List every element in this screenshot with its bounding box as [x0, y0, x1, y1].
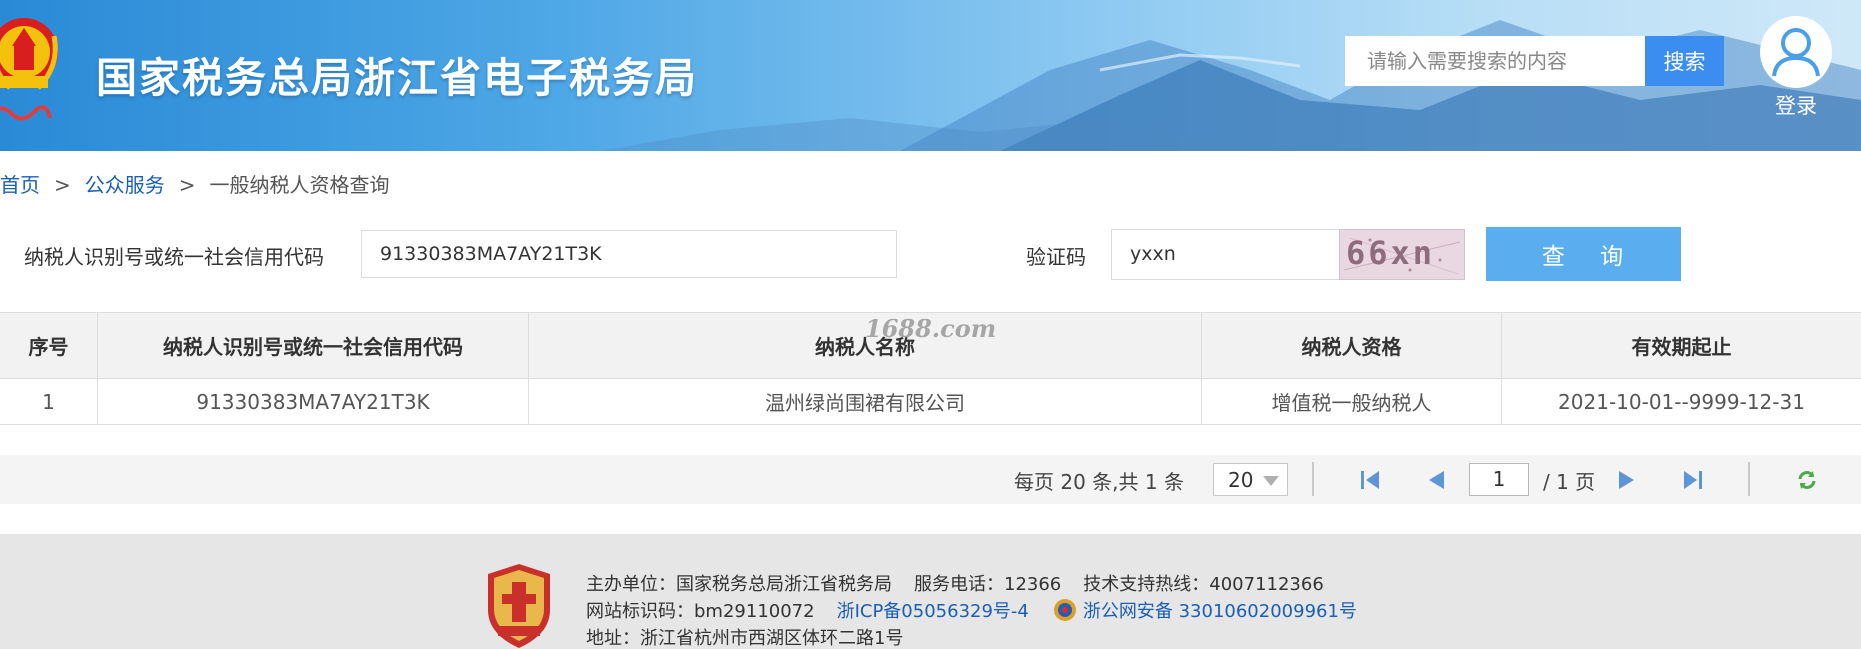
footer-icp-link[interactable]: 浙ICP备05056329号-4 [837, 601, 1029, 622]
captcha-image[interactable]: 66xn [1339, 229, 1465, 280]
table-cell: 1 [0, 378, 98, 425]
user-icon[interactable] [1760, 16, 1832, 88]
query-button[interactable]: 查 询 [1486, 227, 1681, 281]
column-header: 纳税人识别号或统一社会信用代码 [97, 312, 529, 379]
prev-page-icon[interactable] [1424, 468, 1448, 492]
footer-address: 地址：浙江省杭州市西湖区体环二路1号 [586, 628, 904, 649]
footer-sponsor: 主办单位：国家税务总局浙江省税务局 [586, 574, 892, 595]
next-page-icon[interactable] [1615, 468, 1639, 492]
page-number-input[interactable]: 1 [1469, 463, 1529, 496]
pager-divider [1748, 462, 1750, 496]
breadcrumb-separator: > [178, 173, 196, 197]
column-header: 有效期起止 [1501, 312, 1861, 379]
taxpayer-id-input[interactable]: 91330383MA7AY21T3K [361, 230, 897, 278]
login-label[interactable]: 登录 [1758, 90, 1834, 120]
site-header: 国家税务总局浙江省电子税务局 搜索 登录 [0, 0, 1861, 151]
watermark: 1688.com [865, 314, 997, 343]
search-input[interactable] [1345, 36, 1645, 86]
breadcrumb-home[interactable]: 首页 [0, 173, 40, 197]
table-cell: 增值税一般纳税人 [1201, 378, 1502, 425]
first-page-icon[interactable] [1358, 468, 1382, 492]
pager-divider [1312, 462, 1314, 496]
police-badge-icon [1053, 599, 1076, 621]
breadcrumb-public-service[interactable]: 公众服务 [85, 173, 165, 197]
last-page-icon[interactable] [1681, 468, 1705, 492]
footer-police-record-link[interactable]: 浙公网安备 33010602009961号 [1083, 601, 1357, 622]
pagination-bar: 每页 20 条,共 1 条 20 1 / 1 页 [0, 455, 1861, 504]
tax-emblem-logo [0, 18, 58, 121]
chevron-down-icon [1263, 476, 1279, 486]
page-size-select[interactable]: 20 [1213, 463, 1288, 496]
site-title: 国家税务总局浙江省电子税务局 [96, 54, 698, 102]
login-link[interactable]: 登录 [1758, 16, 1834, 120]
table-row: 1 91330383MA7AY21T3K 温州绿尚围裙有限公司 增值税一般纳税人… [0, 378, 1861, 425]
table-cell: 91330383MA7AY21T3K [97, 378, 529, 425]
table-cell: 温州绿尚围裙有限公司 [528, 378, 1202, 425]
per-page-summary: 每页 20 条,共 1 条 [1014, 470, 1184, 494]
breadcrumb: 首页 > 公众服务 > 一般纳税人资格查询 [0, 169, 390, 198]
government-badge-icon[interactable] [484, 562, 554, 649]
footer-line-2: 网站标识码：bm29110072 浙ICP备05056329号-4 浙公网安备 33… [586, 597, 1357, 623]
captcha-label: 验证码 [1026, 245, 1086, 269]
footer-support-hotline: 技术支持热线：4007112366 [1083, 574, 1324, 595]
page-total: / 1 页 [1543, 470, 1596, 494]
table-cell: 2021-10-01--9999-12-31 [1501, 378, 1861, 425]
footer-service-phone: 服务电话：12366 [914, 574, 1062, 595]
breadcrumb-current: 一般纳税人资格查询 [209, 173, 390, 197]
site-footer: 主办单位：国家税务总局浙江省税务局 服务电话：12366 技术支持热线：400711… [0, 534, 1861, 649]
captcha-text: 66xn [1346, 234, 1436, 272]
footer-line-1: 主办单位：国家税务总局浙江省税务局 服务电话：12366 技术支持热线：400711… [586, 570, 1324, 596]
breadcrumb-separator: > [54, 173, 71, 197]
refresh-icon[interactable] [1795, 468, 1819, 492]
taxpayer-id-label: 纳税人识别号或统一社会信用代码 [24, 245, 324, 269]
footer-site-code: 网站标识码：bm29110072 [586, 601, 815, 622]
column-header: 序号 [0, 312, 98, 379]
search-button[interactable]: 搜索 [1645, 36, 1724, 86]
captcha-input[interactable]: yxxn [1111, 229, 1341, 280]
column-header: 纳税人资格 [1201, 312, 1502, 379]
page-size-value: 20 [1228, 468, 1254, 492]
